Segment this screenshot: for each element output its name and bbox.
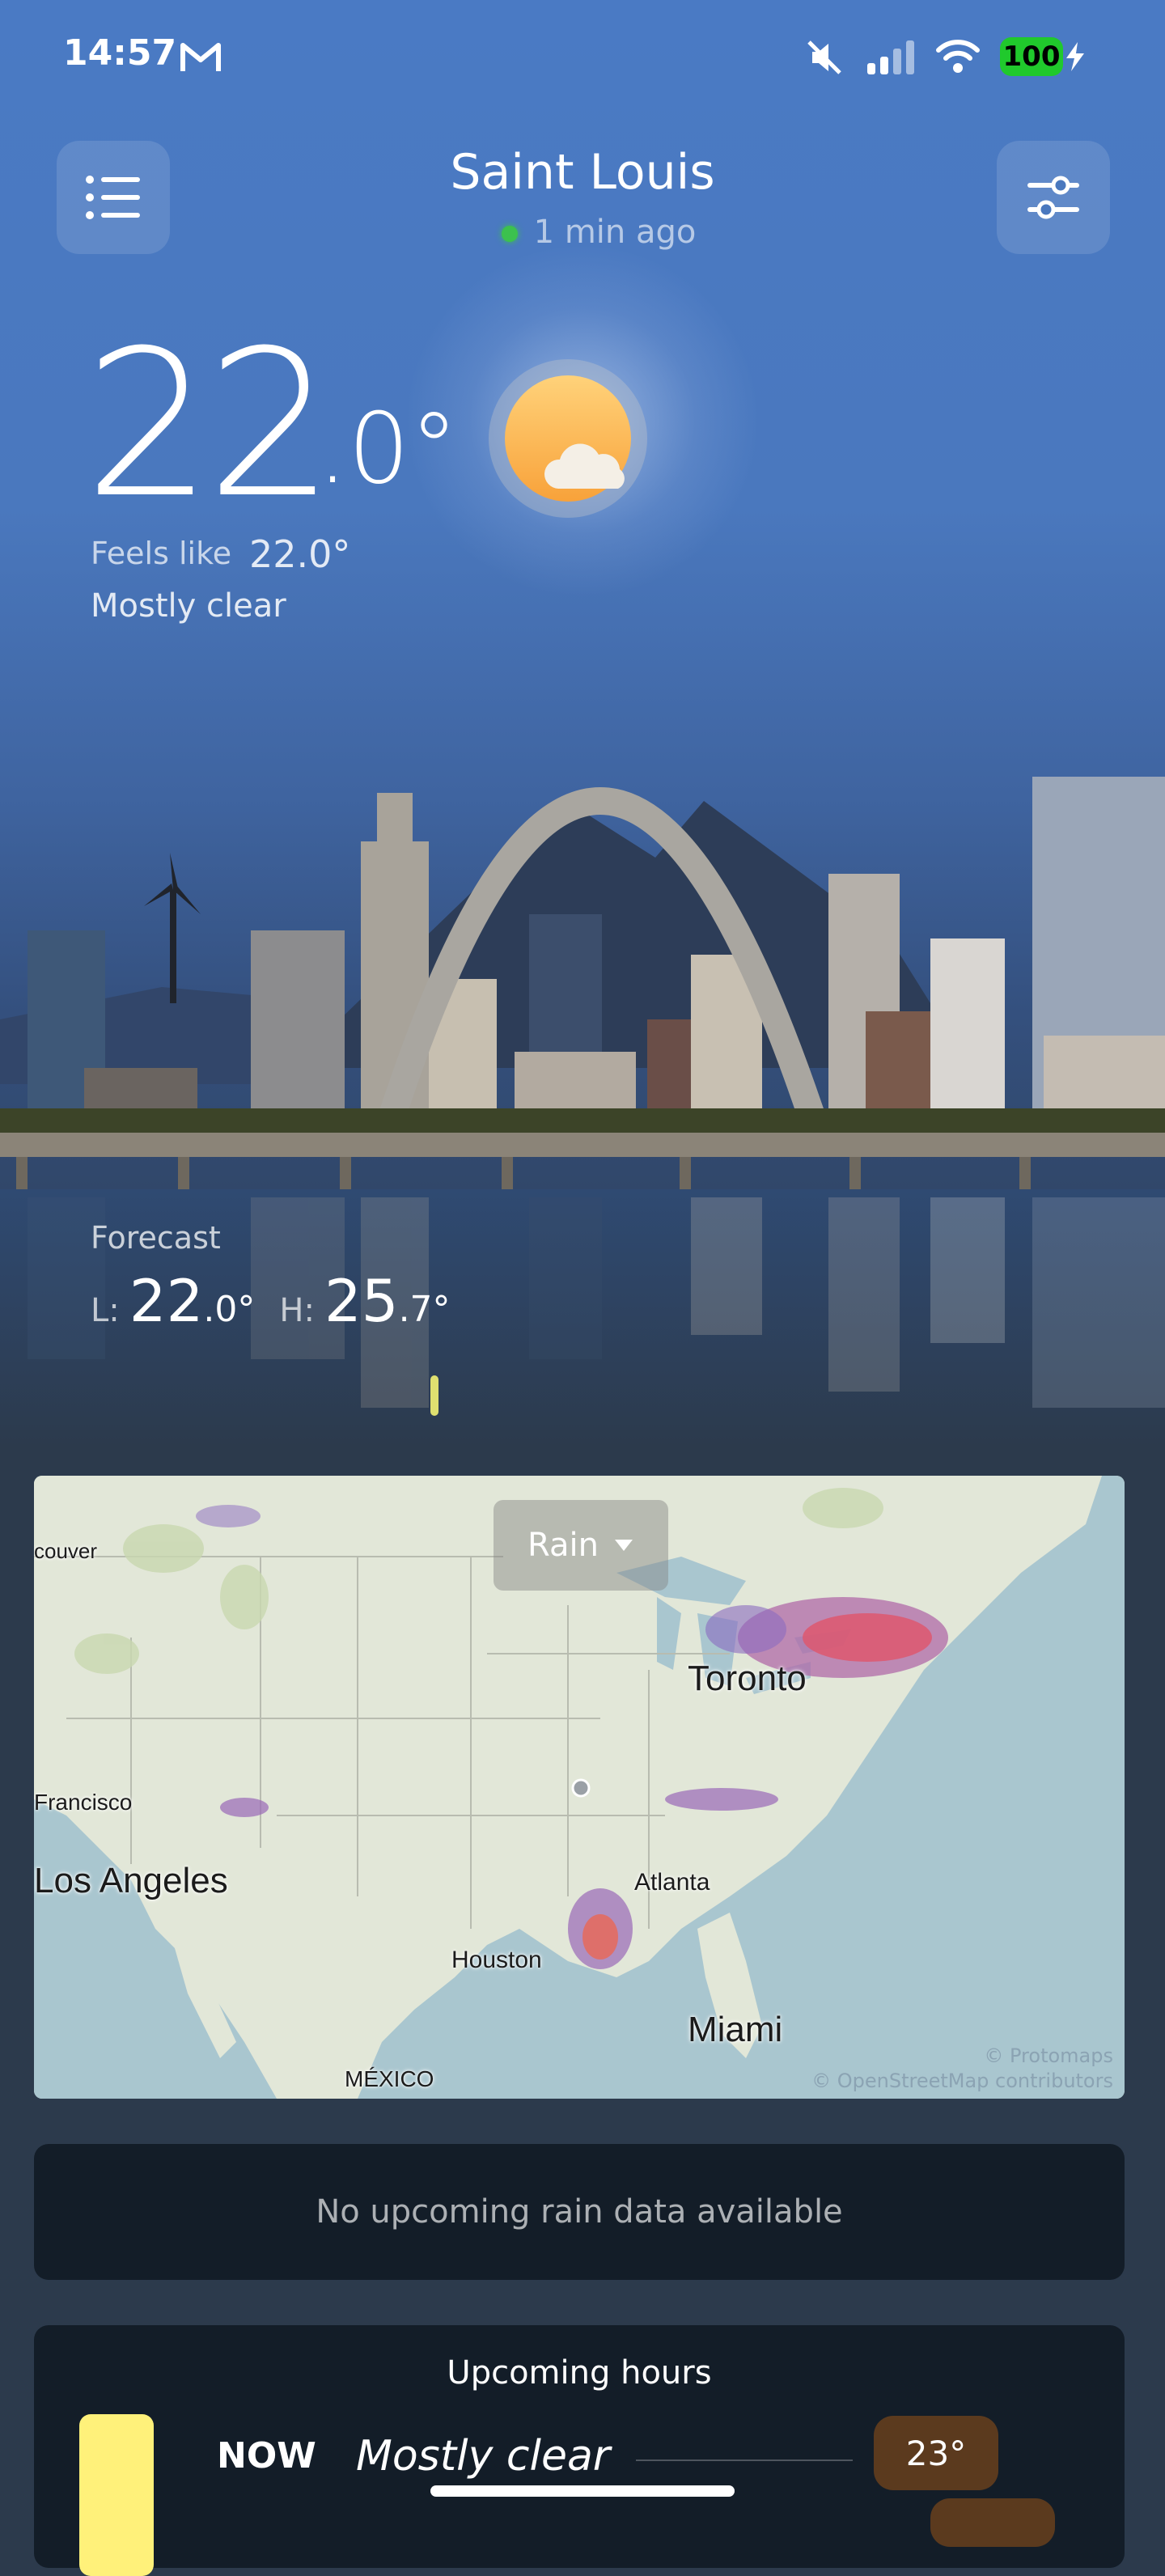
current-temperature: 22	[84, 307, 335, 542]
hour-temperature-badge: 23°	[874, 2416, 998, 2490]
settings-button[interactable]	[997, 141, 1110, 254]
wifi-icon	[936, 40, 980, 73]
gmail-icon	[180, 43, 221, 71]
battery-indicator: 100	[1000, 37, 1063, 76]
hour-divider-line	[636, 2459, 853, 2461]
map-label-mexico: MÉXICO	[345, 2066, 434, 2091]
hour-time: NOW	[217, 2435, 316, 2476]
map-label-vancouver: couver	[34, 1539, 98, 1563]
live-status-dot	[501, 226, 518, 242]
map-attribution-osm: © OpenStreetMap contributors	[811, 2069, 1113, 2092]
map-attribution[interactable]: © Protomaps © OpenStreetMap contributors	[811, 2044, 1113, 2094]
caret-down-icon	[614, 1540, 633, 1551]
forecast-high-value: 25	[324, 1267, 399, 1335]
hour-indicator-bar	[79, 2414, 154, 2576]
rain-notice-card: No upcoming rain data available	[34, 2144, 1125, 2280]
upcoming-hours-card[interactable]: Upcoming hours NOW Mostly clear 23°	[34, 2325, 1125, 2576]
forecast-low-value: 22	[129, 1267, 204, 1335]
radar-layer-value: Rain	[527, 1527, 599, 1564]
last-updated: 1 min ago	[437, 214, 760, 251]
mute-icon	[807, 40, 841, 74]
city-name[interactable]: Saint Louis	[340, 144, 825, 201]
forecast-range: L: 22 .0° H: 25 .7°	[91, 1267, 451, 1335]
map-label-los-angeles: Los Angeles	[34, 1861, 228, 1900]
forecast-low-label: L:	[91, 1292, 120, 1329]
map-label-san-francisco: Francisco	[34, 1790, 133, 1815]
map-label-atlanta: Atlanta	[634, 1869, 710, 1896]
current-temperature-decimal: .0°	[317, 393, 459, 506]
signal-icon	[867, 40, 914, 74]
forecast-label: Forecast	[91, 1220, 221, 1256]
rain-radar-map[interactable]: couver Toronto Francisco Los Angeles Atl…	[34, 1476, 1125, 2099]
feels-like-label: Feels like	[91, 536, 232, 571]
last-updated-text: 1 min ago	[533, 214, 697, 251]
next-hour-temperature-badge	[930, 2498, 1055, 2547]
sun-with-cloud-icon	[489, 359, 647, 518]
list-menu-icon	[86, 176, 140, 219]
current-condition: Mostly clear	[91, 587, 286, 625]
forecast-high-decimal: .7°	[398, 1289, 451, 1330]
menu-button[interactable]	[57, 141, 170, 254]
status-time: 14:57	[63, 32, 177, 74]
feels-like-value: 22.0°	[249, 532, 351, 576]
charging-bolt-icon	[1066, 42, 1084, 71]
hour-condition: Mostly clear	[356, 2432, 611, 2481]
sliders-icon	[1027, 176, 1079, 219]
rain-notice-text: No upcoming rain data available	[316, 2193, 843, 2231]
home-indicator[interactable]	[430, 2485, 735, 2497]
forecast-low-decimal: .0°	[203, 1289, 256, 1330]
upcoming-hours-title: Upcoming hours	[447, 2354, 712, 2392]
radar-layer-dropdown[interactable]: Rain	[494, 1500, 668, 1591]
map-label-miami: Miami	[688, 2010, 783, 2049]
forecast-high-label: H:	[279, 1292, 315, 1329]
map-label-toronto: Toronto	[688, 1659, 807, 1698]
map-attribution-protomaps: © Protomaps	[984, 2044, 1113, 2067]
map-label-houston: Houston	[451, 1947, 542, 1973]
